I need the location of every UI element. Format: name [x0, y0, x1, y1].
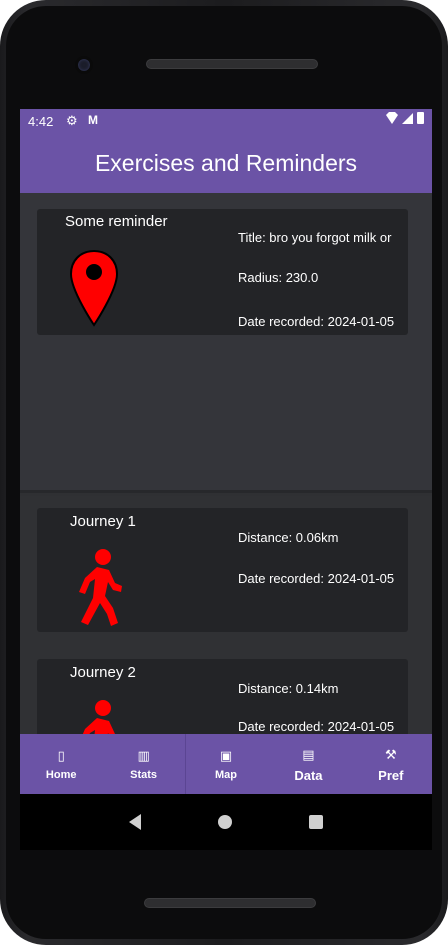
page-title: Exercises and Reminders [94, 149, 358, 176]
status-time: 4:42 [28, 114, 54, 129]
nav-stats[interactable]: ▥ Stats [102, 734, 184, 794]
settings-notification-icon: ⚙ [66, 113, 78, 128]
system-navigation-bar [20, 794, 432, 850]
nav-home-label: Home [45, 769, 77, 781]
mail-notification-icon: M [88, 113, 98, 127]
battery-icon [417, 112, 424, 124]
reminder-date: Date recorded: 2024-01-05 [238, 314, 395, 329]
journey-date: Date recorded: 2024-01-05 [238, 719, 395, 734]
home-icon: ▯ [57, 748, 65, 763]
reminder-card[interactable]: Some reminder Title: bro you forgot milk… [37, 209, 408, 335]
status-indicators [386, 112, 424, 124]
location-pin-icon [69, 249, 119, 327]
earpiece-speaker [146, 59, 318, 69]
nav-stats-label: Stats [130, 769, 158, 781]
nav-pref[interactable]: ⚒ Pref [350, 734, 432, 794]
front-camera [75, 56, 93, 74]
data-icon: ▤ [302, 746, 315, 762]
nav-map[interactable]: ▣ Map [184, 734, 267, 794]
reminders-list[interactable]: Some reminder Title: bro you forgot milk… [20, 193, 432, 493]
journeys-list[interactable]: Journey 1 Distance: 0.06km Date recorded… [20, 496, 432, 734]
walking-person-icon [82, 700, 115, 734]
map-icon: ▣ [219, 748, 233, 763]
journey-name: Journey 2 [70, 664, 136, 681]
bottom-speaker [144, 898, 316, 908]
journey-name: Journey 1 [70, 513, 136, 530]
journey-card[interactable]: Journey 2 Distance: 0.14km Date recorded… [37, 659, 408, 734]
home-circle-icon[interactable] [217, 815, 232, 829]
walking-person-icon [79, 549, 122, 626]
nav-map-label: Map [215, 769, 238, 781]
bottom-navigation: ▯ Home ▥ Stats ▣ Map ▤ Data ⚒ Pref [20, 734, 432, 794]
back-icon[interactable] [128, 814, 141, 830]
nav-divider [184, 734, 186, 794]
app-bar: Exercises and Reminders [20, 133, 432, 193]
status-bar: 4:42 ⚙ M [20, 109, 432, 133]
wifi-icon [386, 112, 398, 124]
journey-distance: Distance: 0.06km [238, 530, 339, 545]
journey-date: Date recorded: 2024-01-05 [238, 571, 395, 586]
nav-pref-label: Pref [378, 767, 404, 783]
reminder-radius: Radius: 230.0 [238, 270, 319, 285]
reminder-title: Title: bro you forgot milk or [238, 230, 392, 245]
recents-icon[interactable] [309, 815, 324, 829]
nav-data[interactable]: ▤ Data [267, 734, 349, 794]
screen: 4:42 ⚙ M Exercises and Reminders Some re… [20, 109, 432, 850]
reminder-name: Some reminder [65, 213, 168, 230]
wrench-icon: ⚒ [385, 746, 397, 762]
journey-distance: Distance: 0.14km [238, 681, 339, 696]
nav-data-label: Data [294, 767, 323, 783]
phone-frame: 4:42 ⚙ M Exercises and Reminders Some re… [0, 0, 448, 945]
nav-home[interactable]: ▯ Home [20, 734, 102, 794]
journey-card[interactable]: Journey 1 Distance: 0.06km Date recorded… [37, 508, 408, 632]
stats-icon: ▥ [137, 748, 150, 763]
cell-signal-icon [402, 112, 413, 124]
